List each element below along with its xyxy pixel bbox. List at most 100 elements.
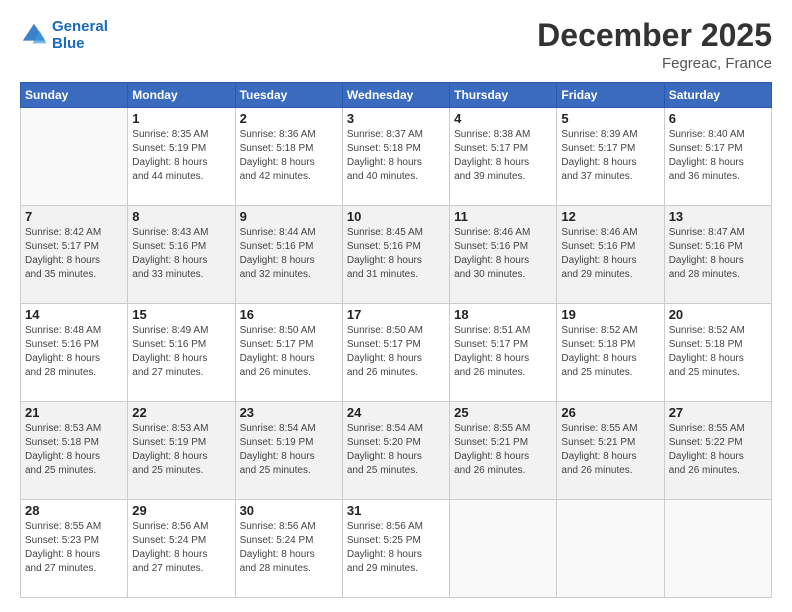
calendar-cell: 12 Sunrise: 8:46 AM Sunset: 5:16 PM Dayli… [557,206,664,304]
calendar-cell [450,500,557,598]
calendar-cell: 7 Sunrise: 8:42 AM Sunset: 5:17 PM Daylig… [21,206,128,304]
calendar-cell: 3Sunrise: 8:37 AM Sunset: 5:18 PM Daylig… [342,108,449,206]
calendar-cell: 17Sunrise: 8:50 AM Sunset: 5:17 PM Dayli… [342,304,449,402]
day-number: 28 [25,503,123,518]
calendar-cell: 14 Sunrise: 8:48 AM Sunset: 5:16 PM Dayli… [21,304,128,402]
logo: General Blue [20,18,108,52]
day-number: 24 [347,405,445,420]
day-info: Sunrise: 8:38 AM Sunset: 5:17 PM Dayligh… [454,128,552,184]
calendar-cell: 26Sunrise: 8:55 AM Sunset: 5:21 PM Dayli… [557,402,664,500]
day-info: Sunrise: 8:36 AM Sunset: 5:18 PM Dayligh… [240,128,338,184]
header: General Blue December 2025 Fegreac, Fran… [20,18,772,72]
calendar-cell: 1 Sunrise: 8:35 AM Sunset: 5:19 PM Daylig… [128,108,235,206]
calendar-cell: 24 Sunrise: 8:54 AM Sunset: 5:20 PM Dayli… [342,402,449,500]
day-info: Sunrise: 8:35 AM Sunset: 5:19 PM Dayligh… [132,128,230,184]
day-info: Sunrise: 8:50 AM Sunset: 5:17 PM Dayligh… [347,324,445,380]
day-info: Sunrise: 8:40 AM Sunset: 5:17 PM Dayligh… [669,128,767,184]
day-number: 8 [132,209,230,224]
calendar-cell: 19Sunrise: 8:52 AM Sunset: 5:18 PM Dayli… [557,304,664,402]
day-info: Sunrise: 8:37 AM Sunset: 5:18 PM Dayligh… [347,128,445,184]
day-number: 23 [240,405,338,420]
calendar-week-row: 1 Sunrise: 8:35 AM Sunset: 5:19 PM Daylig… [21,108,772,206]
day-info: Sunrise: 8:56 AM Sunset: 5:25 PM Dayligh… [347,520,445,576]
calendar-cell: 21Sunrise: 8:53 AM Sunset: 5:18 PM Dayli… [21,402,128,500]
day-number: 29 [132,503,230,518]
day-info: Sunrise: 8:56 AM Sunset: 5:24 PM Dayligh… [240,520,338,576]
calendar-table: SundayMondayTuesdayWednesdayThursdayFrid… [20,82,772,598]
day-info: Sunrise: 8:50 AM Sunset: 5:17 PM Dayligh… [240,324,338,380]
day-info: Sunrise: 8:47 AM Sunset: 5:16 PM Dayligh… [669,226,767,282]
calendar-cell: 27Sunrise: 8:55 AM Sunset: 5:22 PM Dayli… [664,402,771,500]
day-number: 10 [347,209,445,224]
logo-icon [20,21,48,49]
calendar-cell: 9 Sunrise: 8:44 AM Sunset: 5:16 PM Daylig… [235,206,342,304]
calendar-week-row: 21Sunrise: 8:53 AM Sunset: 5:18 PM Dayli… [21,402,772,500]
day-info: Sunrise: 8:45 AM Sunset: 5:16 PM Dayligh… [347,226,445,282]
day-info: Sunrise: 8:44 AM Sunset: 5:16 PM Dayligh… [240,226,338,282]
day-number: 4 [454,111,552,126]
calendar-week-row: 7 Sunrise: 8:42 AM Sunset: 5:17 PM Daylig… [21,206,772,304]
calendar-week-row: 28 Sunrise: 8:55 AM Sunset: 5:23 PM Dayli… [21,500,772,598]
day-info: Sunrise: 8:39 AM Sunset: 5:17 PM Dayligh… [561,128,659,184]
day-info: Sunrise: 8:55 AM Sunset: 5:21 PM Dayligh… [454,422,552,478]
day-info: Sunrise: 8:55 AM Sunset: 5:23 PM Dayligh… [25,520,123,576]
calendar-cell: 11Sunrise: 8:46 AM Sunset: 5:16 PM Dayli… [450,206,557,304]
day-info: Sunrise: 8:51 AM Sunset: 5:17 PM Dayligh… [454,324,552,380]
day-info: Sunrise: 8:43 AM Sunset: 5:16 PM Dayligh… [132,226,230,282]
day-number: 14 [25,307,123,322]
calendar-cell: 20 Sunrise: 8:52 AM Sunset: 5:18 PM Dayli… [664,304,771,402]
day-info: Sunrise: 8:55 AM Sunset: 5:21 PM Dayligh… [561,422,659,478]
title-block: December 2025 Fegreac, France [537,18,772,72]
subtitle: Fegreac, France [537,55,772,72]
calendar-cell: 10 Sunrise: 8:45 AM Sunset: 5:16 PM Dayli… [342,206,449,304]
day-number: 18 [454,307,552,322]
day-number: 27 [669,405,767,420]
day-number: 30 [240,503,338,518]
calendar-header-wednesday: Wednesday [342,83,449,108]
day-number: 13 [669,209,767,224]
calendar-cell: 18 Sunrise: 8:51 AM Sunset: 5:17 PM Dayli… [450,304,557,402]
calendar-cell: 22 Sunrise: 8:53 AM Sunset: 5:19 PM Dayli… [128,402,235,500]
day-info: Sunrise: 8:42 AM Sunset: 5:17 PM Dayligh… [25,226,123,282]
calendar-cell: 5 Sunrise: 8:39 AM Sunset: 5:17 PM Daylig… [557,108,664,206]
calendar-cell: 25 Sunrise: 8:55 AM Sunset: 5:21 PM Dayli… [450,402,557,500]
calendar-cell: 2 Sunrise: 8:36 AM Sunset: 5:18 PM Daylig… [235,108,342,206]
calendar-cell: 4 Sunrise: 8:38 AM Sunset: 5:17 PM Daylig… [450,108,557,206]
calendar-header-monday: Monday [128,83,235,108]
day-info: Sunrise: 8:54 AM Sunset: 5:20 PM Dayligh… [347,422,445,478]
day-info: Sunrise: 8:56 AM Sunset: 5:24 PM Dayligh… [132,520,230,576]
day-number: 2 [240,111,338,126]
day-info: Sunrise: 8:48 AM Sunset: 5:16 PM Dayligh… [25,324,123,380]
day-number: 20 [669,307,767,322]
day-number: 15 [132,307,230,322]
calendar-cell: 16Sunrise: 8:50 AM Sunset: 5:17 PM Dayli… [235,304,342,402]
calendar-cell [664,500,771,598]
calendar-header-saturday: Saturday [664,83,771,108]
day-number: 1 [132,111,230,126]
calendar-cell: 29 Sunrise: 8:56 AM Sunset: 5:24 PM Dayli… [128,500,235,598]
day-number: 22 [132,405,230,420]
day-info: Sunrise: 8:46 AM Sunset: 5:16 PM Dayligh… [561,226,659,282]
calendar-cell: 31Sunrise: 8:56 AM Sunset: 5:25 PM Dayli… [342,500,449,598]
day-number: 25 [454,405,552,420]
calendar-header-thursday: Thursday [450,83,557,108]
day-info: Sunrise: 8:49 AM Sunset: 5:16 PM Dayligh… [132,324,230,380]
calendar-cell: 23 Sunrise: 8:54 AM Sunset: 5:19 PM Dayli… [235,402,342,500]
day-info: Sunrise: 8:52 AM Sunset: 5:18 PM Dayligh… [669,324,767,380]
main-title: December 2025 [537,18,772,53]
calendar-cell: 30 Sunrise: 8:56 AM Sunset: 5:24 PM Dayli… [235,500,342,598]
calendar-cell: 8 Sunrise: 8:43 AM Sunset: 5:16 PM Daylig… [128,206,235,304]
day-info: Sunrise: 8:52 AM Sunset: 5:18 PM Dayligh… [561,324,659,380]
page: General Blue December 2025 Fegreac, Fran… [0,0,792,612]
day-number: 12 [561,209,659,224]
day-number: 9 [240,209,338,224]
day-info: Sunrise: 8:53 AM Sunset: 5:18 PM Dayligh… [25,422,123,478]
day-info: Sunrise: 8:54 AM Sunset: 5:19 PM Dayligh… [240,422,338,478]
day-number: 7 [25,209,123,224]
day-number: 6 [669,111,767,126]
day-info: Sunrise: 8:53 AM Sunset: 5:19 PM Dayligh… [132,422,230,478]
day-number: 5 [561,111,659,126]
calendar-cell: 6 Sunrise: 8:40 AM Sunset: 5:17 PM Daylig… [664,108,771,206]
calendar-cell [557,500,664,598]
calendar-cell [21,108,128,206]
